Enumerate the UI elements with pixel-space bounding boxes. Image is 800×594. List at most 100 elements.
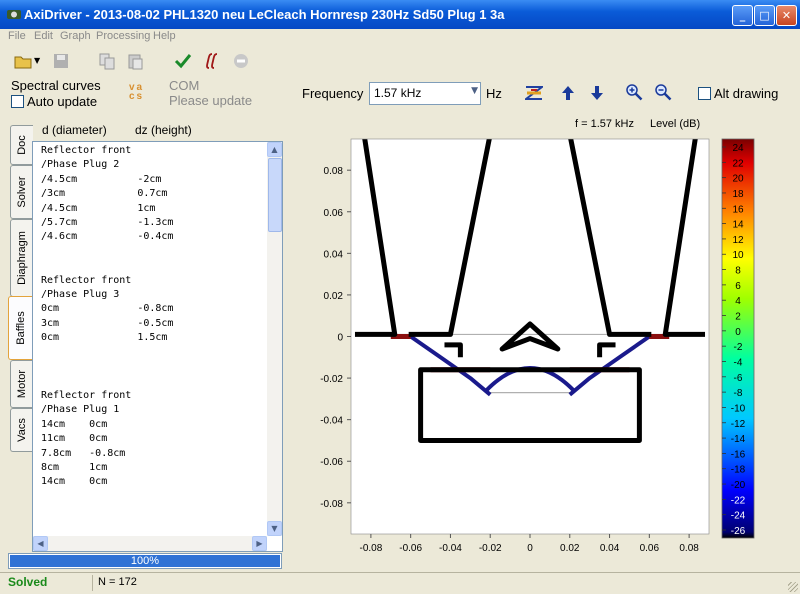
colorbar-tick-label: -2 bbox=[734, 342, 743, 353]
tab-vacs[interactable]: Vacs bbox=[10, 408, 33, 452]
colorbar-tick-label: 2 bbox=[735, 312, 741, 323]
colorbar-tick-label: -4 bbox=[734, 357, 743, 368]
chevron-down-icon[interactable]: ▼ bbox=[34, 56, 40, 65]
colorbar-tick-label: -8 bbox=[734, 388, 743, 399]
auto-update-label[interactable]: Auto update bbox=[27, 94, 97, 109]
save-icon[interactable] bbox=[52, 52, 70, 70]
app-icon bbox=[7, 10, 21, 19]
tab-vacs-label: Vacs bbox=[16, 418, 28, 442]
vertical-scrollbar[interactable]: ▲ ▼ bbox=[267, 142, 282, 536]
tab-motor-label: Motor bbox=[16, 369, 28, 399]
tab-doc[interactable]: Doc bbox=[10, 125, 33, 165]
colorbar-title: Level (dB) bbox=[650, 118, 700, 130]
y-tick-label: 0.04 bbox=[324, 249, 344, 260]
checkmark-icon[interactable] bbox=[174, 52, 192, 70]
vacs-logo-text: vacs bbox=[129, 82, 145, 102]
menu-edit[interactable]: Edit bbox=[34, 30, 53, 42]
unit-label: Hz bbox=[486, 86, 502, 101]
maximize-button[interactable]: □ bbox=[754, 5, 775, 26]
zoom-out-icon[interactable] bbox=[654, 83, 672, 101]
colorbar-tick-label: 10 bbox=[732, 250, 744, 261]
auto-update-checkbox[interactable] bbox=[11, 95, 24, 108]
colorbar-tick-label: -22 bbox=[731, 495, 746, 506]
integral-icon[interactable] bbox=[203, 52, 221, 70]
tab-doc-label: Doc bbox=[16, 135, 28, 155]
alt-drawing-checkbox[interactable] bbox=[698, 87, 711, 100]
x-tick-label: 0 bbox=[527, 543, 533, 554]
tab-baffles-label: Baffles bbox=[15, 311, 27, 345]
colorbar-tick-label: 16 bbox=[732, 204, 744, 215]
y-tick-label: -0.06 bbox=[320, 457, 343, 468]
y-tick-label: 0 bbox=[337, 333, 343, 344]
colorbar-tick-label: -26 bbox=[731, 526, 746, 537]
colormap-icon[interactable] bbox=[525, 84, 543, 102]
status-state: Solved bbox=[8, 575, 48, 589]
column-header-d: d (diameter) bbox=[42, 123, 107, 137]
copy-icon[interactable] bbox=[98, 52, 116, 70]
zoom-in-icon[interactable] bbox=[625, 83, 643, 101]
title-bar: AxiDriver - 2013-08-02 PHL1320 neu LeCle… bbox=[0, 0, 800, 29]
column-header-dz: dz (height) bbox=[135, 123, 192, 137]
spectral-curves-label: Spectral curves bbox=[11, 78, 101, 93]
frequency-select[interactable]: 1.57 kHz ▼ bbox=[369, 82, 481, 105]
x-tick-label: 0.04 bbox=[600, 543, 620, 554]
tab-diaphragm-label: Diaphragm bbox=[16, 231, 28, 285]
y-tick-label: 0.02 bbox=[324, 291, 344, 302]
y-tick-label: -0.02 bbox=[320, 374, 343, 385]
menu-graph[interactable]: Graph bbox=[60, 30, 91, 42]
scroll-up-icon[interactable]: ▲ bbox=[267, 142, 282, 157]
vacs-logo: vacs bbox=[129, 82, 149, 102]
status-n: N = 172 bbox=[98, 576, 137, 588]
menu-help[interactable]: Help bbox=[153, 30, 176, 42]
status-bar: Solved N = 172 bbox=[0, 572, 800, 594]
colorbar-tick-label: -12 bbox=[731, 419, 746, 430]
colorbar-tick-label: -20 bbox=[731, 480, 746, 491]
colorbar-tick-label: 12 bbox=[732, 235, 744, 246]
chevron-down-icon[interactable]: ▼ bbox=[471, 86, 478, 96]
tab-solver-label: Solver bbox=[16, 176, 28, 208]
x-tick-label: -0.04 bbox=[439, 543, 462, 554]
x-tick-label: -0.02 bbox=[479, 543, 502, 554]
x-tick-label: -0.08 bbox=[359, 543, 382, 554]
colorbar-tick-label: 8 bbox=[735, 266, 741, 277]
baffle-definition-editor[interactable]: Reflector front /Phase Plug 2 /4.5cm -2c… bbox=[32, 141, 283, 552]
minimize-button[interactable]: _ bbox=[732, 5, 753, 26]
tab-solver[interactable]: Solver bbox=[10, 165, 33, 219]
arrow-down-icon[interactable] bbox=[589, 84, 605, 102]
tab-diaphragm[interactable]: Diaphragm bbox=[10, 219, 33, 297]
scroll-thumb[interactable] bbox=[268, 158, 282, 232]
resize-grip[interactable] bbox=[788, 582, 798, 592]
menu-file[interactable]: File bbox=[8, 30, 26, 42]
scroll-right-icon[interactable]: ▶ bbox=[252, 536, 267, 551]
y-tick-label: 0.08 bbox=[324, 166, 344, 177]
editor-text[interactable]: Reflector front /Phase Plug 2 /4.5cm -2c… bbox=[41, 144, 173, 490]
colorbar-tick-label: -16 bbox=[731, 449, 746, 460]
scroll-left-icon[interactable]: ◀ bbox=[33, 536, 48, 551]
x-tick-label: -0.06 bbox=[399, 543, 422, 554]
scroll-down-icon[interactable]: ▼ bbox=[267, 521, 282, 536]
cross-section-plot[interactable]: 0.08 0.06 0.04 0.02 0 -0.02 -0.04 -0.06 -0.08 -0.… bbox=[300, 110, 800, 570]
tab-baffles[interactable]: Baffles bbox=[8, 296, 33, 360]
colorbar-tick-label: -6 bbox=[734, 373, 743, 384]
x-tick-label: 0.02 bbox=[560, 543, 580, 554]
colorbar-tick-label: -10 bbox=[731, 403, 746, 414]
progress-label: 100% bbox=[130, 555, 160, 567]
progress-bar: 100% bbox=[8, 553, 282, 569]
horizontal-scrollbar[interactable]: ◀ ▶ bbox=[33, 536, 267, 551]
window-title: AxiDriver - 2013-08-02 PHL1320 neu LeCle… bbox=[24, 7, 505, 22]
tab-motor[interactable]: Motor bbox=[10, 360, 33, 408]
stop-icon[interactable] bbox=[232, 52, 250, 70]
arrow-up-icon[interactable] bbox=[560, 84, 576, 102]
colorbar-tick-label: -18 bbox=[731, 465, 746, 476]
paste-icon[interactable] bbox=[126, 52, 144, 70]
colorbar-tick-label: 24 bbox=[732, 143, 744, 154]
colorbar-tick-label: 4 bbox=[735, 296, 741, 307]
com-label: COM bbox=[169, 78, 200, 93]
alt-drawing-label[interactable]: Alt drawing bbox=[714, 86, 778, 101]
x-tick-label: 0.08 bbox=[679, 543, 699, 554]
colorbar-tick-label: 20 bbox=[732, 174, 744, 185]
close-button[interactable]: ✕ bbox=[776, 5, 797, 26]
open-folder-icon[interactable] bbox=[14, 52, 32, 70]
menu-bar: File Edit Graph Processing Help bbox=[0, 29, 800, 45]
menu-processing[interactable]: Processing bbox=[96, 30, 150, 42]
